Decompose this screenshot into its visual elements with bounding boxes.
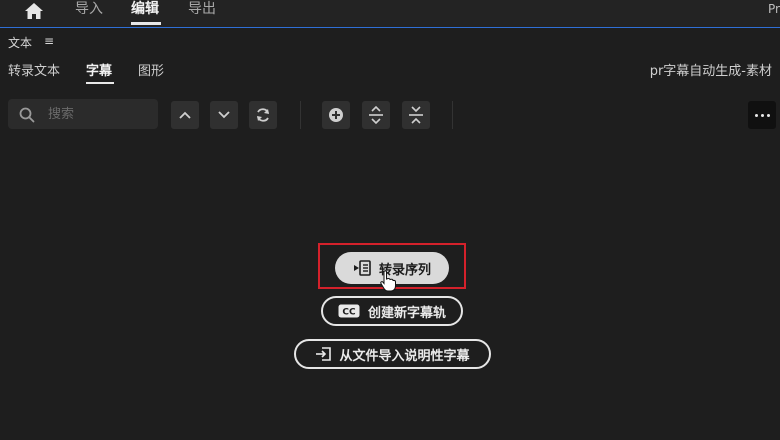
toolbar-divider (300, 101, 301, 129)
import-captions-button[interactable]: 从文件导入说明性字幕 (294, 339, 491, 369)
tab-export[interactable]: 导出 (188, 0, 216, 18)
tab-captions[interactable]: 字幕 (86, 60, 112, 79)
next-caption-button[interactable] (210, 101, 238, 129)
add-circle-icon (329, 108, 343, 122)
merge-caption-button[interactable] (402, 101, 430, 129)
svg-text:CC: CC (342, 308, 356, 318)
tab-import[interactable]: 导入 (75, 0, 103, 18)
home-icon[interactable] (24, 2, 44, 22)
search-input[interactable] (48, 104, 152, 124)
chevron-down-icon (218, 111, 230, 119)
cc-icon: CC (338, 304, 360, 318)
transcribe-icon (353, 260, 371, 276)
tab-graphics[interactable]: 图形 (138, 60, 164, 79)
toolbar-divider (452, 101, 453, 129)
refresh-icon (257, 108, 269, 122)
panel-title: 文本 (8, 36, 33, 50)
sequence-name: pr字幕自动生成-素材 (649, 64, 772, 79)
import-icon (316, 347, 332, 361)
add-caption-button[interactable] (322, 101, 350, 129)
search-icon (19, 107, 35, 123)
expand-icon (369, 106, 383, 124)
active-tab-indicator (131, 22, 161, 25)
hand-cursor-icon (379, 270, 397, 292)
search-box[interactable] (8, 99, 158, 129)
app-top-bar: 导入 编辑 导出 Pr (0, 0, 780, 28)
hamburger-icon[interactable]: ≡ (44, 34, 54, 48)
app-corner-label: Pr (768, 2, 780, 16)
split-caption-button[interactable] (362, 101, 390, 129)
create-caption-track-button[interactable]: CC 创建新字幕轨 (321, 296, 463, 326)
refresh-button[interactable] (249, 101, 277, 129)
tab-transcript[interactable]: 转录文本 (8, 60, 60, 79)
active-subtab-indicator (86, 82, 114, 84)
chevron-up-icon (179, 111, 191, 119)
tab-edit[interactable]: 编辑 (131, 0, 159, 18)
create-caption-track-label: 创建新字幕轨 (367, 305, 446, 321)
more-icon (754, 113, 758, 117)
collapse-icon (409, 106, 423, 124)
more-options-button[interactable] (748, 101, 776, 129)
import-captions-label: 从文件导入说明性字幕 (339, 348, 470, 364)
previous-caption-button[interactable] (171, 101, 199, 129)
